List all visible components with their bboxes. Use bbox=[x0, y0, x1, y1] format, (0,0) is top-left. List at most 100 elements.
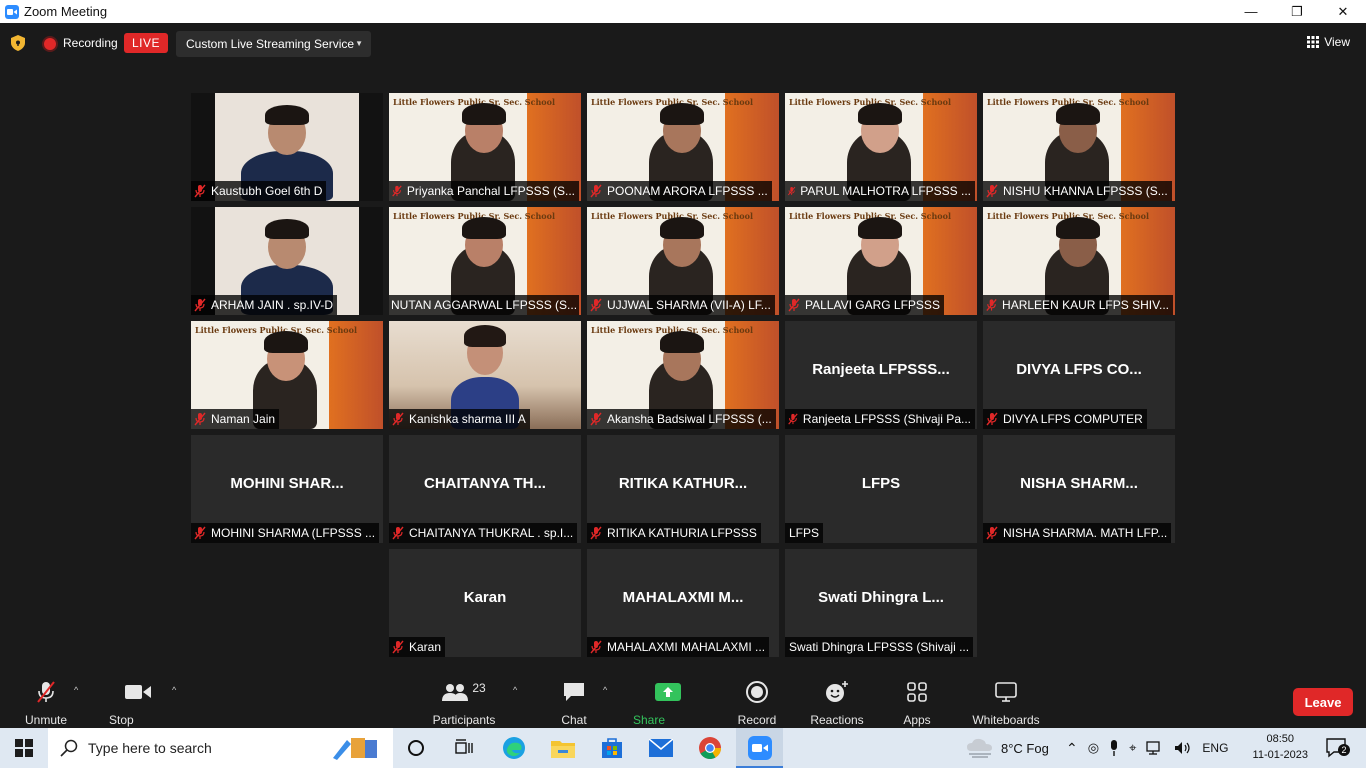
mic-muted-icon bbox=[194, 412, 206, 426]
participant-tile[interactable]: Ranjeeta LFPSSS... Ranjeeta LFPSSS (Shiva… bbox=[785, 321, 977, 429]
video-options-chevron-icon[interactable]: ^ bbox=[172, 685, 176, 695]
webcam-tray-icon[interactable]: ◎ bbox=[1088, 740, 1099, 756]
taskbar-clock[interactable]: 08:50 11-01-2023 bbox=[1253, 731, 1308, 763]
mic-muted-icon bbox=[194, 526, 206, 540]
mic-muted-icon bbox=[986, 412, 998, 426]
participant-tile[interactable]: LFPS LFPS bbox=[785, 435, 977, 543]
participant-name: MAHALAXMI MAHALAXMI ... bbox=[607, 640, 766, 654]
taskbar-search-box[interactable]: Type here to search bbox=[48, 728, 393, 768]
participant-hair bbox=[464, 325, 506, 347]
language-indicator[interactable]: ENG bbox=[1202, 741, 1228, 755]
chat-button[interactable]: Chat bbox=[561, 679, 587, 727]
participant-name-bar: PARUL MALHOTRA LFPSSS ... bbox=[785, 181, 975, 201]
participant-tile[interactable]: Karan Karan bbox=[389, 549, 581, 657]
participant-tile[interactable]: Little Flowers Public Sr. Sec. School PAL… bbox=[785, 207, 977, 315]
participant-name: Naman Jain bbox=[211, 412, 276, 426]
recording-label[interactable]: Recording bbox=[63, 36, 118, 50]
mic-muted-icon bbox=[590, 298, 602, 312]
participant-tile[interactable]: ARHAM JAIN . sp.IV-D bbox=[191, 207, 383, 315]
live-badge[interactable]: LIVE bbox=[124, 33, 168, 53]
location-tray-icon[interactable]: ⌖ bbox=[1129, 740, 1136, 756]
mic-muted-icon bbox=[986, 184, 998, 198]
zoom-taskbar-button[interactable] bbox=[736, 728, 783, 768]
participant-name: NUTAN AGGARWAL LFPSSS (S... bbox=[391, 298, 578, 312]
participant-name: RITIKA KATHURIA LFPSSS bbox=[607, 526, 757, 540]
windows-logo-icon bbox=[15, 739, 33, 757]
participant-center-name: LFPS bbox=[861, 475, 901, 492]
participant-tile[interactable]: MOHINI SHAR... MOHINI SHARMA (LFPSSS ... bbox=[191, 435, 383, 543]
participant-name: HARLEEN KAUR LFPS SHIV... bbox=[1002, 298, 1169, 312]
unmute-button[interactable]: Unmute bbox=[24, 679, 68, 727]
participant-tile[interactable]: Little Flowers Public Sr. Sec. School NUT… bbox=[389, 207, 581, 315]
participant-center-name: CHAITANYA TH... bbox=[424, 475, 546, 492]
participant-tile[interactable]: Kanishka sharma III A bbox=[389, 321, 581, 429]
start-button[interactable] bbox=[0, 728, 48, 768]
reactions-label: Reactions bbox=[810, 713, 864, 727]
weather-widget[interactable]: 8°C Fog bbox=[965, 728, 1049, 768]
network-icon[interactable] bbox=[1146, 741, 1164, 755]
participant-center-name: Karan bbox=[463, 589, 507, 606]
participant-hair bbox=[265, 105, 309, 125]
security-shield-icon[interactable] bbox=[11, 35, 25, 51]
file-explorer-icon[interactable] bbox=[551, 736, 575, 760]
participant-tile[interactable]: Little Flowers Public Sr. Sec. School Nam… bbox=[191, 321, 383, 429]
participant-tile[interactable]: MAHALAXMI M... MAHALAXMI MAHALAXMI ... bbox=[587, 549, 779, 657]
leave-button[interactable]: Leave bbox=[1293, 688, 1353, 716]
window-titlebar: Zoom Meeting — ❐ ✕ bbox=[0, 0, 1366, 23]
participant-tile[interactable]: RITIKA KATHUR... RITIKA KATHURIA LFPSSS bbox=[587, 435, 779, 543]
close-button[interactable]: ✕ bbox=[1320, 0, 1366, 23]
participant-tile[interactable]: Little Flowers Public Sr. Sec. School PAR… bbox=[785, 93, 977, 201]
audio-options-chevron-icon[interactable]: ^ bbox=[74, 685, 78, 695]
participant-name: Kaustubh Goel 6th D bbox=[211, 184, 323, 198]
participant-hair bbox=[660, 331, 704, 353]
mic-muted-icon bbox=[194, 298, 206, 312]
participant-tile[interactable]: CHAITANYA TH... CHAITANYA THUKRAL . sp.I.… bbox=[389, 435, 581, 543]
participant-tile[interactable]: Kaustubh Goel 6th D bbox=[191, 93, 383, 201]
mail-icon[interactable] bbox=[649, 736, 673, 760]
participant-tile[interactable]: Little Flowers Public Sr. Sec. School UJJ… bbox=[587, 207, 779, 315]
task-view-icon[interactable] bbox=[452, 736, 476, 760]
reactions-smiley-icon bbox=[826, 681, 848, 702]
participant-name-bar: LFPS bbox=[785, 523, 824, 543]
stream-service-dropdown[interactable]: Custom Live Streaming Service ▼ bbox=[176, 31, 371, 57]
participant-tile[interactable]: Little Flowers Public Sr. Sec. School NIS… bbox=[983, 93, 1175, 201]
reactions-button[interactable]: Reactions bbox=[810, 679, 864, 727]
participant-name-bar: DIVYA LFPS COMPUTER bbox=[983, 409, 1147, 429]
maximize-button[interactable]: ❐ bbox=[1274, 0, 1320, 23]
participant-tile[interactable]: Little Flowers Public Sr. Sec. School POO… bbox=[587, 93, 779, 201]
apps-icon bbox=[907, 682, 927, 702]
mic-muted-icon bbox=[392, 185, 402, 197]
mic-muted-icon bbox=[788, 298, 800, 312]
participant-tile[interactable]: DIVYA LFPS CO... DIVYA LFPS COMPUTER bbox=[983, 321, 1175, 429]
microsoft-store-icon[interactable] bbox=[600, 736, 624, 760]
participant-name-bar: Akansha Badsiwal LFPSSS (... bbox=[587, 409, 776, 429]
view-button[interactable]: View bbox=[1307, 35, 1350, 49]
participant-hair bbox=[265, 219, 309, 239]
apps-button[interactable]: Apps bbox=[903, 679, 931, 727]
mic-muted-icon bbox=[590, 412, 602, 426]
minimize-button[interactable]: — bbox=[1228, 0, 1274, 23]
mic-muted-icon bbox=[392, 640, 404, 654]
edge-browser-icon[interactable] bbox=[502, 736, 526, 760]
notification-count: 2 bbox=[1338, 744, 1350, 756]
microphone-tray-icon[interactable] bbox=[1109, 740, 1119, 756]
notification-center-icon[interactable]: 2 bbox=[1326, 738, 1350, 758]
participant-tile[interactable]: Little Flowers Public Sr. Sec. School HAR… bbox=[983, 207, 1175, 315]
participant-tile[interactable]: Swati Dhingra L... Swati Dhingra LFPSSS (… bbox=[785, 549, 977, 657]
whiteboards-button[interactable]: Whiteboards bbox=[972, 679, 1040, 727]
participant-hair bbox=[660, 217, 704, 239]
chrome-icon[interactable] bbox=[698, 736, 722, 760]
participant-tile[interactable]: Little Flowers Public Sr. Sec. School Aka… bbox=[587, 321, 779, 429]
speaker-icon[interactable] bbox=[1174, 741, 1192, 755]
participant-center-name: RITIKA KATHUR... bbox=[618, 475, 748, 492]
record-button[interactable]: Record bbox=[737, 679, 777, 727]
tray-chevron-up-icon[interactable]: ⌃ bbox=[1066, 740, 1078, 757]
participants-chevron-icon[interactable]: ^ bbox=[513, 685, 517, 695]
chat-chevron-icon[interactable]: ^ bbox=[603, 685, 607, 695]
cortana-icon[interactable] bbox=[404, 736, 428, 760]
participant-tile[interactable]: NISHA SHARM... NISHA SHARMA. MATH LFP... bbox=[983, 435, 1175, 543]
mic-muted-icon bbox=[37, 681, 55, 703]
participants-button[interactable]: 23 Participants bbox=[433, 679, 496, 727]
video-camera-icon bbox=[125, 685, 151, 699]
participant-tile[interactable]: Little Flowers Public Sr. Sec. School Pri… bbox=[389, 93, 581, 201]
